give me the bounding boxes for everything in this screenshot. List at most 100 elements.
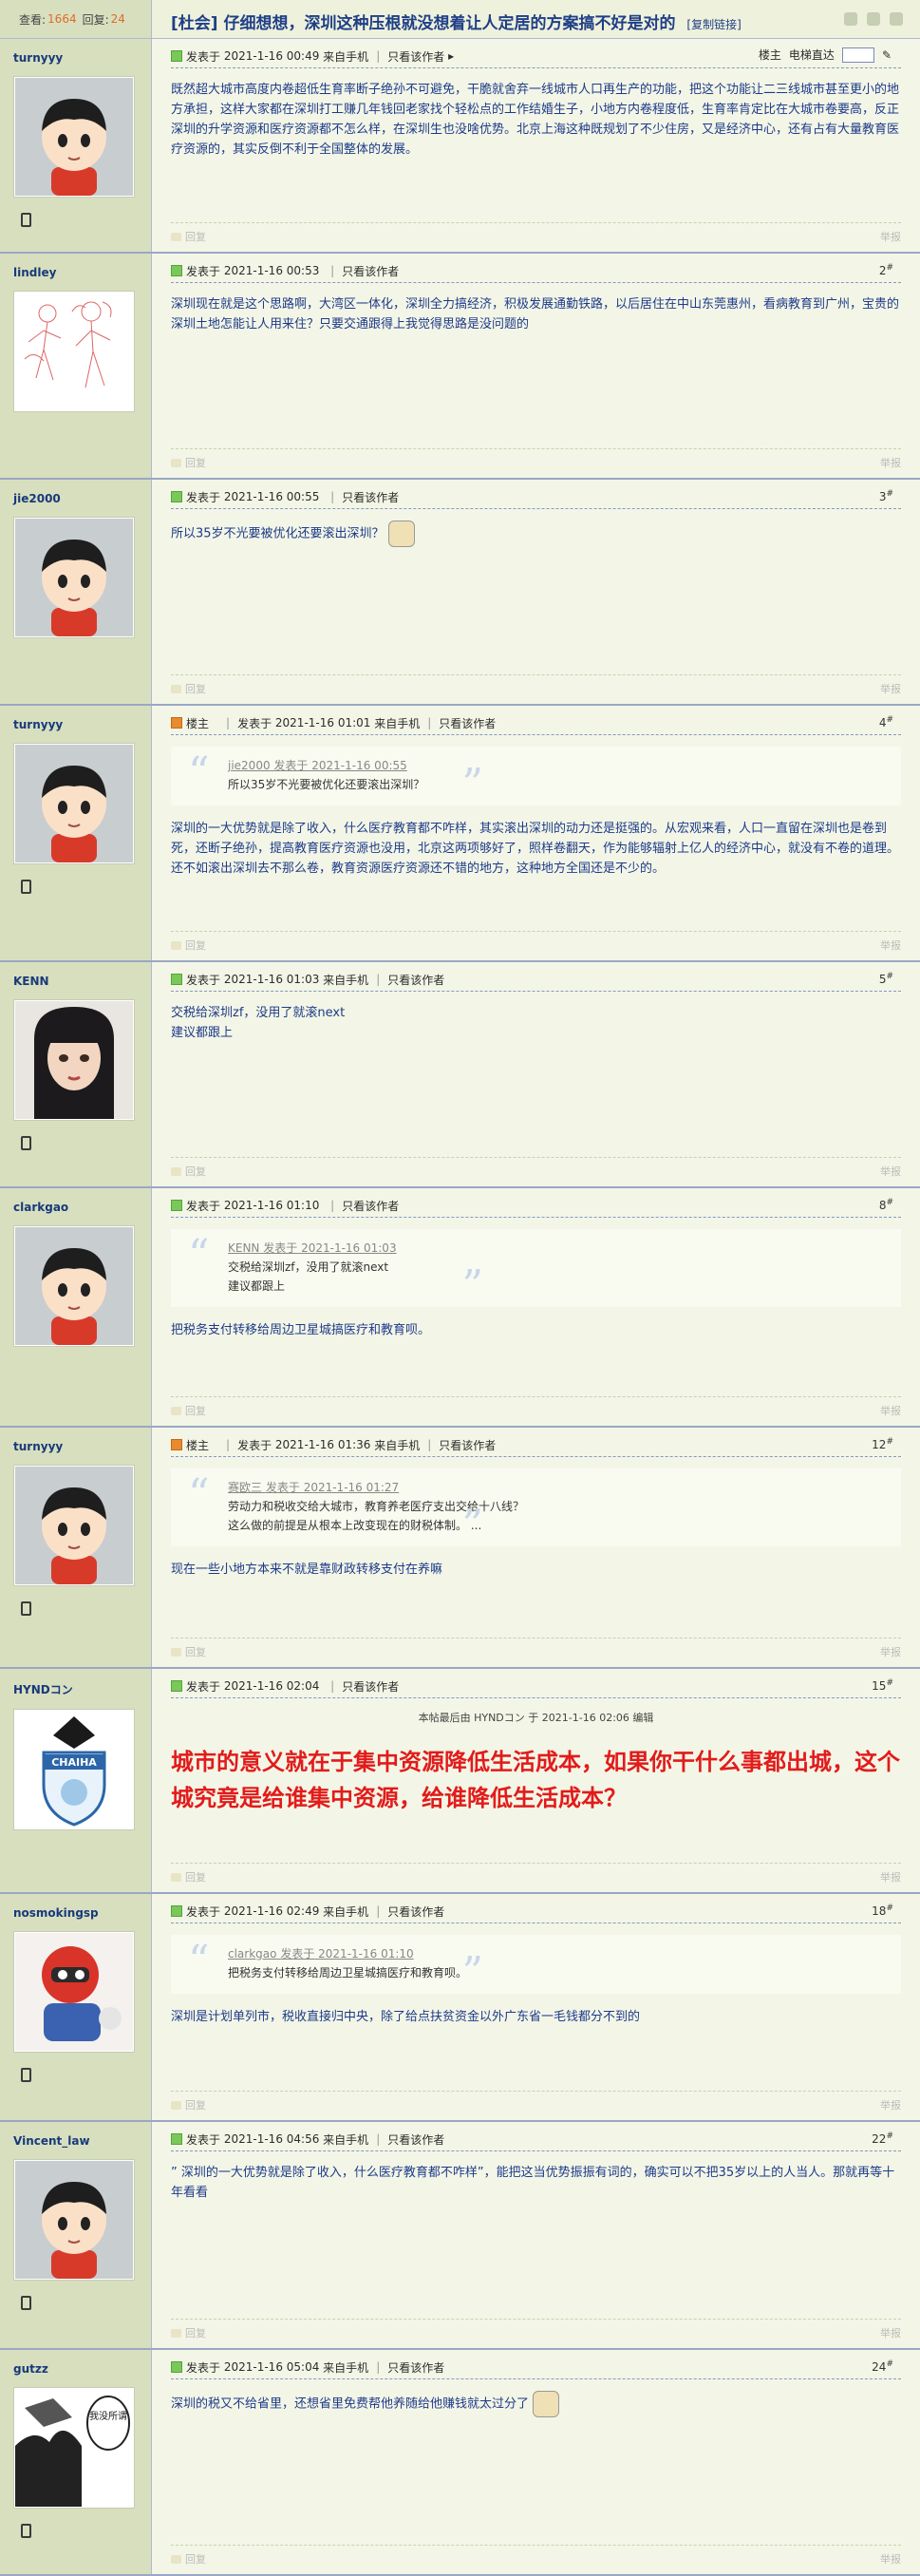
floor-number[interactable]: 4#: [879, 715, 893, 729]
avatar[interactable]: CHAIHA: [13, 1709, 135, 1830]
thread-header: 查看: 1664 回复: 24 [杜会] 仔细想想，深圳这种压根就没想着让人定居…: [0, 0, 920, 39]
only-author-link[interactable]: 只看该作者: [342, 489, 399, 505]
floor-number[interactable]: 18#: [872, 1904, 893, 1918]
username[interactable]: turnyyy: [13, 1440, 138, 1453]
pin-icon[interactable]: ✎: [882, 48, 892, 62]
report-button[interactable]: 举报: [880, 455, 901, 470]
post-body: 发表于 2021-1-16 01:03 来自手机 | 只看该作者 5# 交税给深圳zf，…: [152, 962, 920, 1186]
avatar[interactable]: [13, 517, 135, 638]
report-button[interactable]: 举报: [880, 1164, 901, 1179]
reply-button[interactable]: 回复: [171, 2325, 206, 2340]
floor-number[interactable]: 24#: [872, 2359, 893, 2374]
post-time: 2021-1-16 02:49: [223, 1904, 320, 1918]
prev-thread-icon[interactable]: [867, 12, 880, 26]
avatar[interactable]: [13, 1465, 135, 1586]
reply-button[interactable]: 回复: [171, 2551, 206, 2567]
username[interactable]: nosmokingsp: [13, 1906, 138, 1920]
floor-number[interactable]: 15#: [872, 1678, 893, 1693]
quote-source[interactable]: 赛欧三 发表于 2021-1-16 01:27: [228, 1478, 844, 1497]
content-text: 深圳的税又不给省里，还想省里免费帮他养随给他赚钱就太过分了: [171, 2396, 530, 2412]
report-button[interactable]: 举报: [880, 1403, 901, 1418]
quote-source[interactable]: jie2000 发表于 2021-1-16 00:55: [228, 756, 844, 775]
floor-number[interactable]: 12#: [872, 1437, 893, 1451]
post-sidebar: gutzz 我没所谓: [0, 2350, 152, 2574]
reply-button[interactable]: 回复: [171, 229, 206, 244]
username[interactable]: jie2000: [13, 492, 138, 505]
reply-button[interactable]: 回复: [171, 938, 206, 953]
divider: |: [376, 49, 381, 63]
online-icon: [171, 491, 182, 502]
reply-button[interactable]: 回复: [171, 1403, 206, 1418]
avatar[interactable]: [13, 743, 135, 864]
reply-button[interactable]: 回复: [171, 1644, 206, 1659]
report-button[interactable]: 举报: [880, 2551, 901, 2567]
report-button[interactable]: 举报: [880, 229, 901, 244]
quote-line: 这么做的前提是从根本上改变现在的财税体制。 ...: [228, 1519, 482, 1532]
report-button[interactable]: 举报: [880, 681, 901, 696]
content-text: 深圳现在就是这个思路啊，大湾区一体化，深圳全力搞经济，积极发展通勤铁路，以后居住…: [171, 297, 900, 331]
triangle-right-icon[interactable]: ▸: [444, 49, 454, 63]
only-author-link[interactable]: 只看该作者: [342, 1678, 399, 1695]
quote-line: 劳动力和税收交给大城市，教育养老医疗支出交给十八线？: [228, 1500, 525, 1513]
avatar[interactable]: 我没所谓: [13, 2387, 135, 2509]
floor-number[interactable]: 3#: [879, 489, 893, 503]
print-icon[interactable]: [844, 12, 857, 26]
floor-number[interactable]: 5#: [879, 972, 893, 986]
post-sidebar: KENN: [0, 962, 152, 1186]
copy-link[interactable]: [复制链接]: [686, 18, 741, 31]
avatar[interactable]: [13, 291, 135, 412]
report-button[interactable]: 举报: [880, 2097, 901, 2112]
divider: |: [376, 1904, 381, 1918]
username[interactable]: lindley: [13, 266, 138, 279]
reply-button[interactable]: 回复: [171, 2097, 206, 2112]
floor-number[interactable]: 22#: [872, 2131, 893, 2146]
report-button[interactable]: 举报: [880, 1644, 901, 1659]
quote-source[interactable]: clarkgao 发表于 2021-1-16 01:10: [228, 1944, 844, 1963]
only-author-link[interactable]: 只看该作者: [387, 2359, 444, 2376]
only-author-link[interactable]: 只看该作者: [387, 48, 444, 65]
only-author-link[interactable]: 只看该作者: [439, 715, 496, 731]
next-thread-icon[interactable]: [890, 12, 903, 26]
avatar[interactable]: [13, 76, 135, 198]
reply-button[interactable]: 回复: [171, 1869, 206, 1885]
quote-open-icon: “: [188, 1937, 210, 1985]
post-time: 2021-1-16 04:56: [223, 2132, 320, 2146]
username[interactable]: Vincent_law: [13, 2134, 138, 2148]
avatar[interactable]: [13, 1931, 135, 2053]
content-text: 所以35岁不光要被优化还要滚出深圳？: [171, 526, 385, 541]
report-button[interactable]: 举报: [880, 938, 901, 953]
username[interactable]: clarkgao: [13, 1201, 138, 1214]
only-author-link[interactable]: 只看该作者: [387, 1904, 444, 1920]
divider: |: [330, 1199, 335, 1212]
username[interactable]: KENN: [13, 975, 138, 988]
content-text: 深圳的一大优势就是除了收入，什么医疗教育都不咋样，其实滚出深圳的动力还是挺强的。…: [171, 822, 900, 876]
quote-line: 交税给深圳zf，没用了就滚next: [228, 1260, 389, 1274]
only-author-link[interactable]: 只看该作者: [439, 1437, 496, 1453]
jump-floor-input[interactable]: [841, 47, 874, 63]
post-time: 2021-1-16 05:04: [223, 2360, 320, 2374]
only-author-link[interactable]: 只看该作者: [342, 1198, 399, 1214]
report-button[interactable]: 举报: [880, 1869, 901, 1885]
only-author-link[interactable]: 只看该作者: [387, 972, 444, 988]
username[interactable]: gutzz: [13, 2362, 138, 2376]
online-icon: [171, 1680, 182, 1692]
avatar[interactable]: [13, 999, 135, 1121]
reply-button[interactable]: 回复: [171, 455, 206, 470]
quote-source[interactable]: KENN 发表于 2021-1-16 01:03: [228, 1239, 844, 1258]
reply-button[interactable]: 回复: [171, 1164, 206, 1179]
post-time: 2021-1-16 01:36: [274, 1438, 371, 1451]
avatar[interactable]: [13, 2159, 135, 2281]
report-button[interactable]: 举报: [880, 2325, 901, 2340]
post-meta: 发表于 2021-1-16 05:04 来自手机 | 只看该作者 24#: [171, 2356, 901, 2379]
username[interactable]: HYNDコン: [13, 1681, 138, 1697]
avatar[interactable]: [13, 1225, 135, 1347]
floor-number[interactable]: 2#: [879, 263, 893, 277]
only-author-link[interactable]: 只看该作者: [342, 263, 399, 279]
floor-number[interactable]: 8#: [879, 1198, 893, 1212]
reply-button[interactable]: 回复: [171, 681, 206, 696]
username[interactable]: turnyyy: [13, 51, 138, 65]
only-author-link[interactable]: 只看该作者: [387, 2131, 444, 2148]
svg-text:CHAIHA: CHAIHA: [51, 1756, 97, 1769]
post-time: 2021-1-16 01:01: [274, 716, 371, 729]
username[interactable]: turnyyy: [13, 718, 138, 731]
